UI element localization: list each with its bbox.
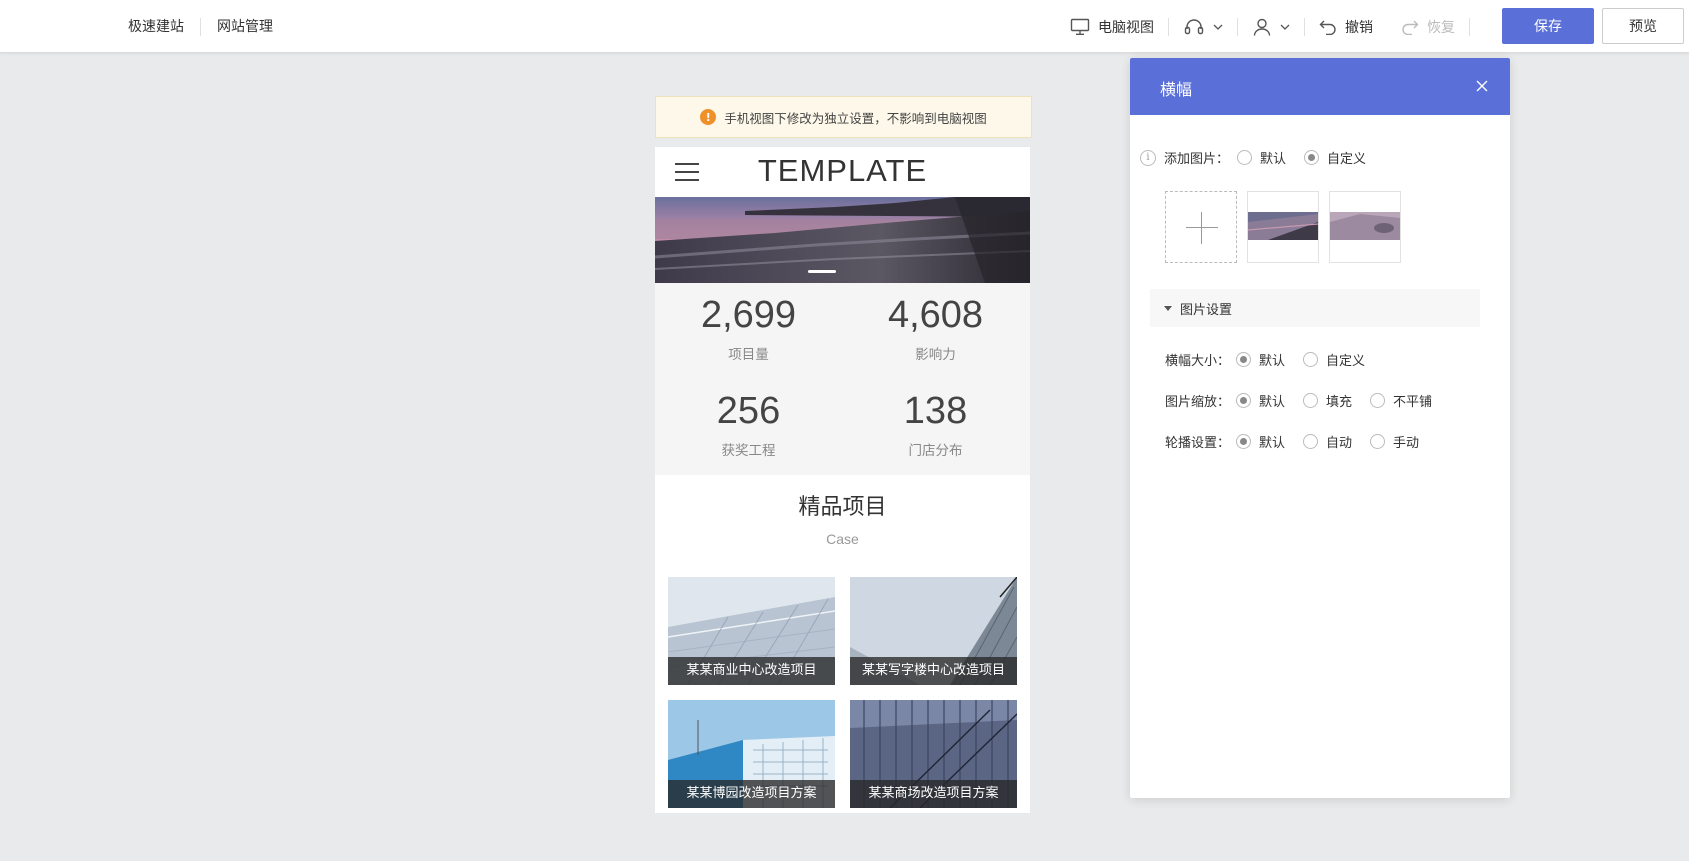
stat-value: 256	[716, 390, 781, 432]
add-image-label: 添加图片：	[1164, 152, 1230, 167]
stat-value: 4,608	[887, 294, 984, 336]
project-caption: 某某商场改造项目方案	[850, 780, 1017, 808]
preview-button[interactable]: 预览	[1602, 8, 1684, 44]
chevron-down-icon	[1280, 23, 1290, 31]
add-image-row: i 添加图片： 默认 自定义	[1140, 148, 1384, 167]
user-icon	[1252, 17, 1272, 37]
desktop-view-label: 电脑视图	[1098, 19, 1154, 36]
banner-image	[655, 197, 1030, 283]
nav-site-manage[interactable]: 网站管理	[201, 17, 289, 37]
support-menu[interactable]	[1169, 0, 1237, 53]
site-brand: TEMPLATE	[757, 153, 928, 188]
stat-item: 4,608 影响力	[842, 293, 1029, 363]
stat-value: 138	[903, 390, 968, 432]
project-caption: 某某博园改造项目方案	[668, 780, 835, 808]
panel-title: 横幅	[1160, 80, 1193, 99]
notice-text: 手机视图下修改为独立设置，不影响到电脑视图	[724, 110, 987, 126]
size-custom-radio[interactable]: 自定义	[1303, 350, 1365, 369]
carousel-indicator[interactable]	[808, 270, 836, 273]
left-nav: 极速建站 网站管理	[112, 0, 289, 53]
chevron-down-icon	[1213, 23, 1223, 31]
stats-section: 2,699 项目量 4,608 影响力 256 获奖工程 138 门店分布	[655, 283, 1030, 475]
section-title: 精品项目	[798, 495, 887, 520]
divider	[1469, 17, 1470, 36]
carousel-auto-radio[interactable]: 自动	[1303, 432, 1352, 451]
carousel-row: 轮播设置： 默认 自动 手动	[1165, 432, 1437, 451]
mobile-view-notice: ! 手机视图下修改为独立设置，不影响到电脑视图	[655, 96, 1032, 138]
undo-button[interactable]: 撤销	[1305, 0, 1387, 53]
image-thumbnail[interactable]	[1247, 191, 1319, 263]
scale-no-tile-radio[interactable]: 不平铺	[1370, 391, 1432, 410]
undo-label: 撤销	[1345, 19, 1373, 36]
mobile-header: TEMPLATE	[655, 147, 1030, 197]
user-menu[interactable]	[1238, 0, 1304, 53]
caret-down-icon	[1164, 305, 1172, 311]
image-thumbnail[interactable]	[1329, 191, 1401, 263]
carousel-label: 轮播设置：	[1165, 436, 1231, 451]
redo-button[interactable]: 恢复	[1387, 0, 1469, 53]
save-button[interactable]: 保存	[1502, 8, 1594, 44]
banner-size-row: 横幅大小： 默认 自定义	[1165, 350, 1383, 369]
add-image-custom-radio[interactable]: 自定义	[1304, 148, 1366, 167]
banner-size-label: 横幅大小：	[1165, 354, 1231, 369]
headset-icon	[1183, 17, 1205, 37]
image-scale-row: 图片缩放： 默认 填充 不平铺	[1165, 391, 1450, 410]
desktop-view-button[interactable]: 电脑视图	[1056, 0, 1168, 53]
project-card[interactable]: 某某商业中心改造项目	[668, 577, 835, 685]
mobile-preview: TEMPLATE 2,699 项目量 4,608 影响力 256 获奖工程 13…	[655, 147, 1030, 813]
redo-icon	[1401, 19, 1419, 35]
close-icon[interactable]	[1474, 78, 1490, 94]
stat-label: 获奖工程	[721, 443, 776, 459]
add-image-default-radio[interactable]: 默认	[1237, 148, 1286, 167]
section-subtitle: Case	[826, 531, 859, 547]
size-default-radio[interactable]: 默认	[1236, 350, 1285, 369]
banner-settings-panel: 横幅 i 添加图片： 默认 自定义 图片设置 横幅大小： 默认 自定义 图片缩放…	[1130, 58, 1510, 798]
stat-item: 256 获奖工程	[655, 389, 842, 459]
info-icon: i	[1140, 149, 1156, 166]
project-card[interactable]: 某某商场改造项目方案	[850, 700, 1017, 808]
stat-label: 门店分布	[908, 443, 963, 459]
project-caption: 某某商业中心改造项目	[668, 657, 835, 685]
project-caption: 某某写字楼中心改造项目	[850, 657, 1017, 685]
banner-carousel[interactable]	[655, 197, 1030, 283]
top-toolbar: 极速建站 网站管理 电脑视图 撤销 恢复 保存 预览	[0, 0, 1689, 53]
stat-item: 2,699 项目量	[655, 293, 842, 363]
monitor-icon	[1070, 18, 1090, 36]
image-scale-label: 图片缩放：	[1165, 395, 1231, 410]
stat-label: 项目量	[728, 347, 769, 363]
image-settings-collapse[interactable]: 图片设置	[1150, 289, 1480, 327]
stat-value: 2,699	[700, 294, 797, 336]
undo-icon	[1319, 19, 1337, 35]
project-card[interactable]: 某某写字楼中心改造项目	[850, 577, 1017, 685]
carousel-default-radio[interactable]: 默认	[1236, 432, 1285, 451]
project-card[interactable]: 某某博园改造项目方案	[668, 700, 835, 808]
panel-header: 横幅	[1130, 58, 1510, 115]
add-image-button[interactable]	[1165, 191, 1237, 263]
stat-item: 138 门店分布	[842, 389, 1029, 459]
info-icon: !	[700, 109, 717, 125]
scale-fill-radio[interactable]: 填充	[1303, 391, 1352, 410]
scale-default-radio[interactable]: 默认	[1236, 391, 1285, 410]
stat-label: 影响力	[915, 347, 956, 363]
right-tools: 电脑视图 撤销 恢复	[1056, 0, 1470, 53]
carousel-manual-radio[interactable]: 手动	[1370, 432, 1419, 451]
nav-quick-build[interactable]: 极速建站	[112, 17, 200, 37]
redo-label: 恢复	[1427, 19, 1455, 36]
image-settings-label: 图片设置	[1180, 302, 1233, 318]
